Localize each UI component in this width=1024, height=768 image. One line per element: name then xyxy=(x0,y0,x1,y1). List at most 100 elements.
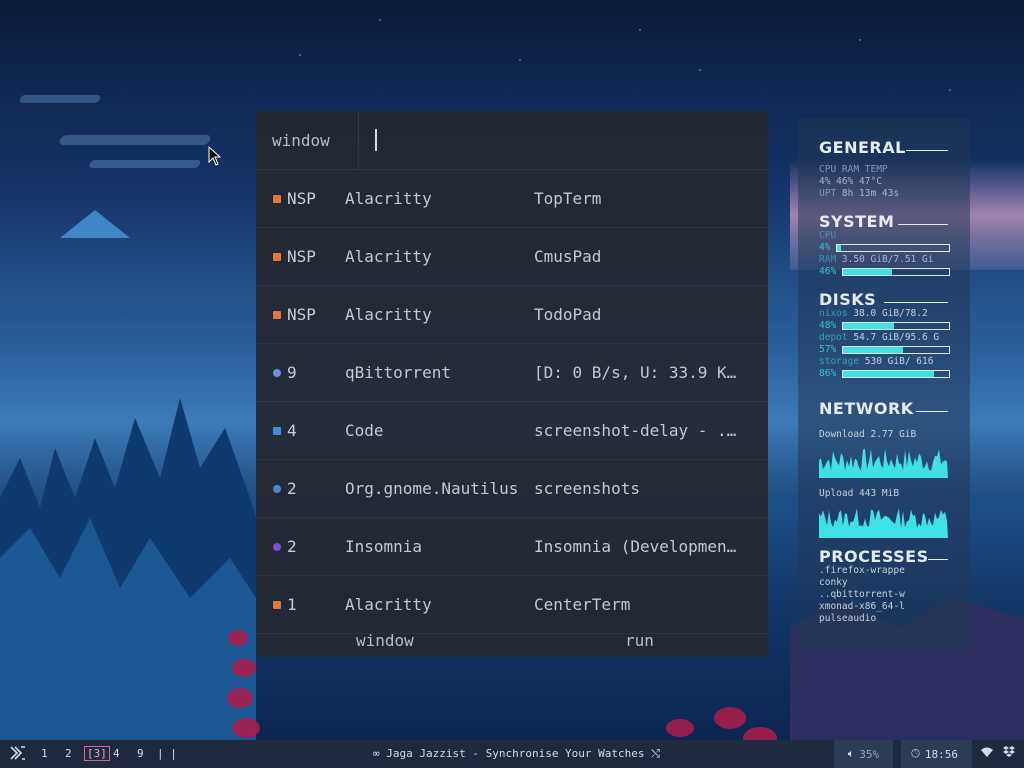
mouse-cursor-icon xyxy=(208,146,222,166)
wallpaper-cloud xyxy=(18,95,102,103)
window-workspace: 4 xyxy=(287,421,297,440)
upload-total: Upload 443 MiB xyxy=(819,488,900,499)
window-entry[interactable]: 2 Org.gnome.Nautilus screenshots xyxy=(256,460,768,518)
process-item: conky xyxy=(819,577,848,588)
switcher-prompt: window xyxy=(272,130,330,150)
disk-pct: 48% xyxy=(819,320,837,331)
workspace-9[interactable]: 9 xyxy=(137,747,144,760)
section-rule xyxy=(928,559,948,560)
system-title: SYSTEM xyxy=(819,212,895,231)
dropbox-icon[interactable] xyxy=(1002,746,1016,762)
vscode-icon xyxy=(272,426,282,436)
mode-run-tab[interactable]: run xyxy=(625,631,654,650)
window-class: Alacritty xyxy=(345,247,432,266)
nautilus-icon xyxy=(272,484,282,494)
mode-window-tab[interactable]: window xyxy=(356,631,414,650)
workspace-3-active[interactable]: [3] xyxy=(84,746,110,761)
search-input-cursor[interactable] xyxy=(375,129,377,151)
disk-bar xyxy=(842,346,950,354)
wallpaper-mountain xyxy=(60,210,130,238)
alacritty-icon xyxy=(272,310,282,320)
disk-name: depot xyxy=(819,332,848,343)
disks-title: DISKS xyxy=(819,290,877,309)
disk-bar-fill xyxy=(843,347,904,353)
cpu-pct: 4% xyxy=(819,242,831,253)
volume-level: 35% xyxy=(859,747,880,761)
disk-usage: 38.0 GiB/78.2 xyxy=(853,308,928,319)
ram-pct: 46% xyxy=(819,266,837,277)
window-entry[interactable]: 4 Code screenshot-delay - .do… xyxy=(256,402,768,460)
window-workspace: 2 xyxy=(287,479,297,498)
window-entry[interactable]: 9 qBittorrent [D: 0 B/s, U: 33.9 KiB… xyxy=(256,344,768,402)
general-title: GENERAL xyxy=(819,138,906,157)
track-title: Jaga Jazzist - Synchronise Your Watches xyxy=(386,747,645,760)
network-title: NETWORK xyxy=(819,399,914,418)
disk-bar xyxy=(842,322,950,330)
window-workspace: NSP xyxy=(287,189,316,208)
disk-pct: 57% xyxy=(819,344,837,355)
window-list: NSP Alacritty TopTerm NSP Alacritty CmusPad NS… xyxy=(256,170,768,634)
ram-bar xyxy=(842,268,950,276)
shuffle-icon: ⤭ xyxy=(644,747,660,760)
wifi-icon[interactable] xyxy=(980,747,994,761)
window-entry[interactable]: NSP Alacritty TopTerm xyxy=(256,170,768,228)
processes-title: PROCESSES xyxy=(819,547,929,566)
clock-time: 18:56 xyxy=(924,747,958,761)
window-workspace: 1 xyxy=(287,595,297,614)
alacritty-icon xyxy=(272,600,282,610)
xmonad-logo-icon[interactable] xyxy=(10,746,26,763)
window-entry[interactable]: 2 Insomnia Insomnia (Development)… xyxy=(256,518,768,576)
qbittorrent-icon xyxy=(272,368,282,378)
disk-usage: 530 GiB/ 616 xyxy=(864,356,934,367)
window-workspace: NSP xyxy=(287,247,316,266)
window-class: qBittorrent xyxy=(345,363,451,382)
insomnia-icon xyxy=(272,542,282,552)
window-workspace: 2 xyxy=(287,537,297,556)
layout-indicator[interactable]: | | xyxy=(157,747,177,760)
volume-widget[interactable]: 🔈︎ 35% xyxy=(833,740,894,768)
section-rule xyxy=(916,411,948,412)
wallpaper-cloud xyxy=(88,160,202,168)
section-rule xyxy=(884,302,948,303)
uptime-row: UPT 8h 13m 43s xyxy=(819,188,900,199)
workspace-1[interactable]: 1 xyxy=(41,747,48,760)
window-class: Alacritty xyxy=(345,189,432,208)
window-title: [D: 0 B/s, U: 33.9 KiB… xyxy=(534,363,744,382)
window-workspace: 9 xyxy=(287,363,297,382)
disk-row: nixos 38.0 GiB/78.2 xyxy=(819,308,928,319)
clock-widget[interactable]: 🕒︎ 18:56 xyxy=(901,740,972,768)
section-rule xyxy=(906,150,948,151)
window-entry[interactable]: NSP Alacritty TodoPad xyxy=(256,286,768,344)
ram-usage: 3.50 GiB/7.51 Gi xyxy=(841,254,934,265)
window-entry[interactable]: NSP Alacritty CmusPad xyxy=(256,228,768,286)
window-class: Org.gnome.Nautilus xyxy=(345,479,519,498)
alacritty-icon xyxy=(272,252,282,262)
disk-row: storage 530 GiB/ 616 xyxy=(819,356,933,367)
alacritty-icon xyxy=(272,194,282,204)
window-title: Insomnia (Development)… xyxy=(534,537,744,556)
disk-bar-fill xyxy=(843,323,894,329)
workspace-4[interactable]: 4 xyxy=(113,747,120,760)
mode-switcher: window run xyxy=(256,631,768,657)
window-entry[interactable]: 1 Alacritty CenterTerm xyxy=(256,576,768,634)
download-graph xyxy=(819,448,948,478)
status-bar: 1 2 [3] 4 9 | | ∞ Jaga Jazzist - Synchro… xyxy=(0,740,1024,768)
general-stats: 4% 46% 47°C xyxy=(819,176,882,187)
switcher-header: window xyxy=(256,111,768,170)
cpu-bar-fill xyxy=(837,245,842,251)
window-title: CmusPad xyxy=(534,247,602,266)
window-title: TopTerm xyxy=(534,189,602,208)
cpu-bar xyxy=(836,244,950,252)
wallpaper-cloud xyxy=(58,135,212,145)
clock-icon: 🕒︎ xyxy=(911,747,920,760)
process-item: ..qbittorrent-w xyxy=(819,589,905,600)
window-title: CenterTerm xyxy=(534,595,631,614)
process-item: .firefox-wrappe xyxy=(819,565,905,576)
window-title: screenshots xyxy=(534,479,640,498)
workspace-2[interactable]: 2 xyxy=(65,747,72,760)
disk-usage: 54.7 GiB/95.6 G xyxy=(853,332,940,343)
now-playing[interactable]: ∞ Jaga Jazzist - Synchronise Your Watche… xyxy=(373,747,660,761)
window-class: Insomnia xyxy=(345,537,423,556)
ram-label: RAM xyxy=(819,254,837,265)
ram-bar-fill xyxy=(843,269,892,275)
